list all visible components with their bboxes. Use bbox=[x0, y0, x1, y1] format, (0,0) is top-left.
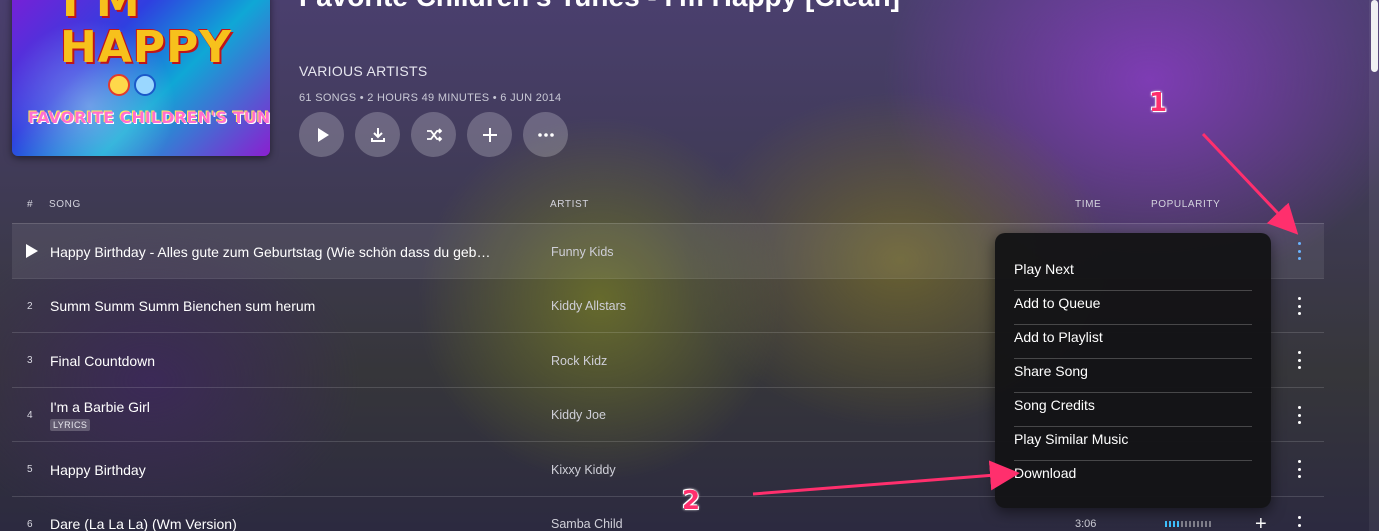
song-context-menu: Play Next Add to Queue Add to Playlist S… bbox=[995, 233, 1271, 508]
song-title[interactable]: Dare (La La La) (Wm Version) bbox=[50, 516, 237, 531]
header-popularity: POPULARITY bbox=[1151, 199, 1221, 210]
song-artist[interactable]: Rock Kidz bbox=[551, 354, 607, 368]
lyrics-badge: LYRICS bbox=[50, 419, 91, 431]
header-time: TIME bbox=[1075, 199, 1102, 210]
menu-item-download[interactable]: Download bbox=[1014, 461, 1252, 495]
more-vertical-icon[interactable] bbox=[1293, 406, 1305, 424]
more-vertical-icon[interactable] bbox=[1293, 516, 1305, 531]
header-song: SONG bbox=[49, 199, 81, 210]
menu-item-play-next[interactable]: Play Next bbox=[1014, 257, 1252, 291]
more-horizontal-icon bbox=[537, 132, 554, 137]
annotation-label-2: 2 bbox=[682, 486, 701, 516]
menu-item-song-credits[interactable]: Song Credits bbox=[1014, 393, 1252, 427]
play-button[interactable] bbox=[299, 112, 344, 157]
album-art-text-3: FAVORITE CHILDREN'S TUNES bbox=[28, 108, 270, 127]
popularity-bar bbox=[1197, 521, 1199, 527]
song-artist[interactable]: Kiddy Joe bbox=[551, 408, 606, 422]
play-icon bbox=[317, 127, 329, 142]
track-number: 4 bbox=[27, 410, 33, 421]
song-artist[interactable]: Kiddy Allstars bbox=[551, 299, 626, 313]
album-artist[interactable]: VARIOUS ARTISTS bbox=[299, 63, 427, 79]
popularity-bar bbox=[1209, 521, 1211, 527]
table-header: # SONG ARTIST TIME POPULARITY bbox=[0, 199, 1379, 213]
track-number: 5 bbox=[27, 464, 33, 475]
popularity-bar bbox=[1181, 521, 1183, 527]
shuffle-button[interactable] bbox=[411, 112, 456, 157]
popularity-bar bbox=[1165, 521, 1167, 527]
popularity-bar bbox=[1169, 521, 1171, 527]
album-art[interactable]: I'M HAPPY FAVORITE CHILDREN'S TUNES bbox=[12, 0, 270, 156]
popularity-bar bbox=[1193, 521, 1195, 527]
menu-item-add-to-queue[interactable]: Add to Queue bbox=[1014, 291, 1252, 325]
menu-item-play-similar[interactable]: Play Similar Music bbox=[1014, 427, 1252, 461]
scrollbar-track[interactable] bbox=[1369, 0, 1379, 531]
more-options-button[interactable] bbox=[523, 112, 568, 157]
play-icon[interactable] bbox=[26, 244, 38, 258]
more-vertical-icon[interactable] bbox=[1293, 242, 1305, 260]
menu-item-share-song[interactable]: Share Song bbox=[1014, 359, 1252, 393]
header-artist: ARTIST bbox=[550, 199, 589, 210]
annotation-label-1: 1 bbox=[1149, 88, 1168, 118]
menu-item-add-to-playlist[interactable]: Add to Playlist bbox=[1014, 325, 1252, 359]
add-icon[interactable]: + bbox=[1255, 514, 1267, 531]
popularity-bar bbox=[1177, 521, 1179, 527]
download-button[interactable] bbox=[355, 112, 400, 157]
album-actions bbox=[299, 112, 568, 157]
shuffle-icon bbox=[426, 127, 442, 142]
popularity-bar bbox=[1185, 521, 1187, 527]
plus-icon bbox=[482, 127, 497, 142]
song-title[interactable]: I'm a Barbie Girl bbox=[50, 399, 150, 415]
more-vertical-icon[interactable] bbox=[1293, 351, 1305, 369]
add-button[interactable] bbox=[467, 112, 512, 157]
popularity-bar bbox=[1173, 521, 1175, 527]
download-icon bbox=[370, 127, 385, 142]
header-num: # bbox=[27, 199, 34, 210]
song-time: 3:06 bbox=[1075, 518, 1097, 530]
more-vertical-icon[interactable] bbox=[1293, 297, 1305, 315]
song-title[interactable]: Final Countdown bbox=[50, 353, 155, 369]
song-title[interactable]: Summ Summ Summ Bienchen sum herum bbox=[50, 298, 315, 314]
scrollbar-thumb[interactable] bbox=[1371, 0, 1378, 72]
popularity-bar bbox=[1201, 521, 1203, 527]
song-title[interactable]: Happy Birthday bbox=[50, 462, 146, 478]
song-artist[interactable]: Samba Child bbox=[551, 517, 623, 531]
song-artist[interactable]: Kixxy Kiddy bbox=[551, 463, 616, 477]
track-number: 3 bbox=[27, 355, 33, 366]
album-meta: 61 SONGS • 2 HOURS 49 MINUTES • 6 JUN 20… bbox=[299, 92, 562, 104]
song-artist[interactable]: Funny Kids bbox=[551, 245, 614, 259]
track-number: 6 bbox=[27, 519, 33, 530]
album-title: Favorite Children's Tunes - I'm Happy [C… bbox=[299, 0, 919, 16]
popularity-bar bbox=[1205, 521, 1207, 527]
song-title[interactable]: Happy Birthday - Alles gute zum Geburtst… bbox=[50, 244, 490, 260]
popularity-meter bbox=[1165, 521, 1211, 527]
album-art-text-2: HAPPY bbox=[60, 22, 233, 73]
popularity-bar bbox=[1189, 521, 1191, 527]
more-vertical-icon[interactable] bbox=[1293, 460, 1305, 478]
track-number: 2 bbox=[27, 301, 33, 312]
